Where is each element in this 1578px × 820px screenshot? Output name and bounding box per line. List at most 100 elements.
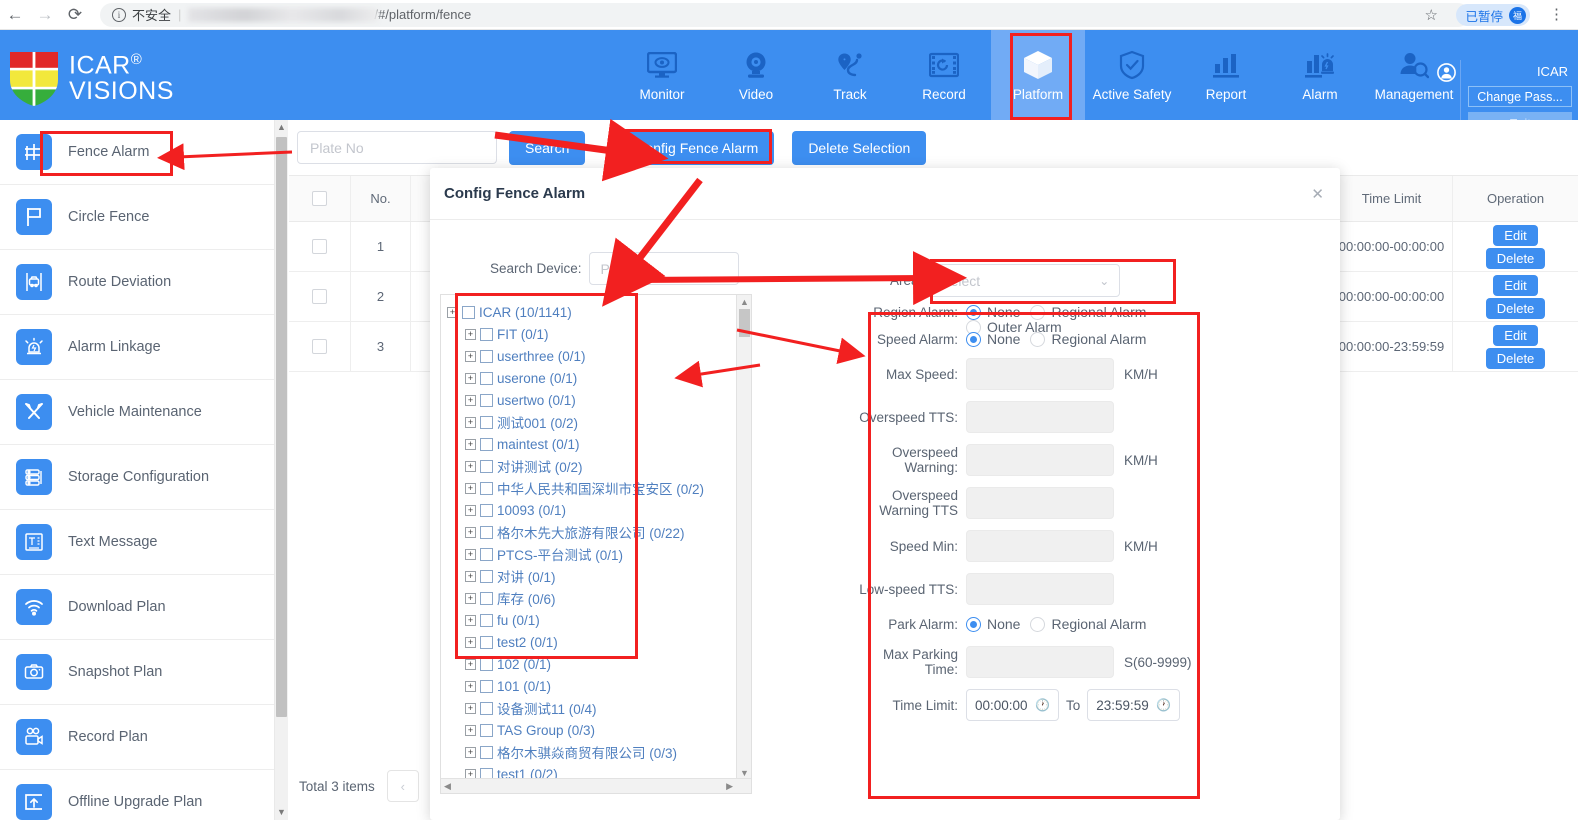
sidebar-item-text-message[interactable]: Text Message bbox=[0, 510, 274, 575]
tree-node-checkbox[interactable] bbox=[480, 459, 493, 473]
search-device-input[interactable]: Plate No bbox=[588, 252, 739, 285]
expand-icon[interactable]: + bbox=[465, 702, 476, 714]
tree-node[interactable]: + TAS Group (0/3) bbox=[447, 719, 733, 741]
expand-icon[interactable]: + bbox=[465, 350, 476, 362]
address-bar[interactable]: i 不安全 | /#/platform/fence bbox=[100, 2, 1470, 27]
expand-icon[interactable]: + bbox=[465, 680, 476, 692]
expand-icon[interactable]: + bbox=[465, 416, 476, 428]
config-fence-alarm-button[interactable]: Config Fence Alarm bbox=[619, 130, 775, 165]
tree-node[interactable]: + userone (0/1) bbox=[447, 367, 733, 389]
tree-node-checkbox[interactable] bbox=[480, 525, 493, 539]
row-checkbox-cell[interactable] bbox=[289, 272, 351, 321]
edit-button[interactable]: Edit bbox=[1493, 224, 1538, 246]
expand-icon[interactable]: + bbox=[465, 438, 476, 450]
tree-node[interactable]: + userthree (0/1) bbox=[447, 345, 733, 367]
sidebar-item-route-deviation[interactable]: Route Deviation bbox=[0, 250, 274, 315]
row-checkbox[interactable] bbox=[312, 339, 327, 354]
scroll-left-arrow-icon[interactable]: ◀ bbox=[444, 781, 451, 792]
plate-no-input[interactable]: Plate No bbox=[297, 131, 497, 164]
expand-icon[interactable]: + bbox=[465, 636, 476, 648]
tree-node-checkbox[interactable] bbox=[480, 371, 493, 385]
expand-icon[interactable]: + bbox=[465, 724, 476, 736]
row-checkbox-cell[interactable] bbox=[289, 322, 351, 371]
bookmark-star-icon[interactable]: ☆ bbox=[1425, 6, 1438, 24]
tree-node-checkbox[interactable] bbox=[480, 591, 493, 605]
area-select[interactable]: Select ⌄ bbox=[930, 264, 1121, 297]
radio-selected-icon[interactable] bbox=[966, 331, 981, 347]
sidebar-item-vehicle-maintenance[interactable]: Vehicle Maintenance bbox=[0, 380, 274, 445]
tree-node[interactable]: + 设备测试11 (0/4) bbox=[447, 697, 733, 719]
scrollbar-thumb[interactable] bbox=[276, 137, 287, 717]
profile-chip[interactable]: 已暂停 福 bbox=[1456, 4, 1530, 26]
nav-item-alarm[interactable]: Alarm bbox=[1273, 30, 1367, 120]
nav-item-video[interactable]: Video bbox=[709, 30, 803, 120]
overspeed-tts-input[interactable] bbox=[966, 401, 1114, 433]
tree-node[interactable]: + 库存 (0/6) bbox=[447, 587, 733, 609]
tree-node-checkbox[interactable] bbox=[480, 349, 493, 363]
region-alarm-none-option[interactable]: None bbox=[966, 304, 1020, 320]
edit-button[interactable]: Edit bbox=[1493, 324, 1538, 346]
max-speed-input[interactable] bbox=[966, 358, 1114, 390]
time-from-input[interactable]: 00:00:00 🕐 bbox=[966, 689, 1059, 721]
tree-node[interactable]: +102 (0/1) bbox=[447, 653, 733, 675]
radio-selected-icon[interactable] bbox=[966, 304, 981, 320]
tree-node-checkbox[interactable] bbox=[480, 481, 493, 495]
expand-icon[interactable]: + bbox=[465, 658, 476, 670]
nav-item-platform[interactable]: Platform bbox=[991, 30, 1085, 120]
expand-icon[interactable]: + bbox=[465, 548, 476, 560]
tree-node[interactable]: + 对讲 (0/1) bbox=[447, 565, 733, 587]
reload-icon[interactable]: ⟳ bbox=[60, 0, 90, 30]
radio-icon[interactable] bbox=[1030, 331, 1046, 347]
tree-node[interactable]: +10093 (0/1) bbox=[447, 499, 733, 521]
sidebar-item-fence-alarm[interactable]: Fence Alarm bbox=[0, 120, 274, 185]
tree-node-checkbox[interactable] bbox=[480, 327, 493, 341]
radio-icon[interactable] bbox=[1030, 304, 1046, 320]
time-to-input[interactable]: 23:59:59 🕐 bbox=[1087, 689, 1181, 721]
tree-node[interactable]: + 格尔木骐焱商贸有限公司 (0/3) bbox=[447, 741, 733, 763]
sidebar-item-circle-fence[interactable]: Circle Fence bbox=[0, 185, 274, 250]
tree-node[interactable]: + fu (0/1) bbox=[447, 609, 733, 631]
scroll-down-arrow-icon[interactable]: ▼ bbox=[740, 768, 749, 778]
tree-node-checkbox[interactable] bbox=[480, 547, 493, 561]
expand-icon[interactable]: + bbox=[465, 394, 476, 406]
tree-node-checkbox[interactable] bbox=[480, 745, 493, 759]
expand-icon[interactable]: + bbox=[465, 526, 476, 538]
nav-item-track[interactable]: Track bbox=[803, 30, 897, 120]
park-alarm-regional-option[interactable]: Regional Alarm bbox=[1030, 616, 1146, 632]
tree-vertical-scrollbar[interactable]: ▲ ▼ bbox=[736, 295, 751, 780]
sidebar-item-storage-configuration[interactable]: Storage Configuration bbox=[0, 445, 274, 510]
tree-node[interactable]: + ICAR (10/1141) bbox=[447, 301, 733, 323]
nav-item-active-safety[interactable]: Active Safety bbox=[1085, 30, 1179, 120]
row-checkbox[interactable] bbox=[312, 289, 327, 304]
tree-node-checkbox[interactable] bbox=[480, 393, 493, 407]
expand-icon[interactable]: + bbox=[465, 746, 476, 758]
tree-node[interactable]: + test2 (0/1) bbox=[447, 631, 733, 653]
sidebar-item-snapshot-plan[interactable]: Snapshot Plan bbox=[0, 640, 274, 705]
expand-icon[interactable]: + bbox=[447, 306, 458, 318]
edit-button[interactable]: Edit bbox=[1493, 274, 1538, 296]
speed-min-input[interactable] bbox=[966, 530, 1114, 562]
tree-node-checkbox[interactable] bbox=[462, 305, 475, 319]
region-alarm-outer-option[interactable]: Outer Alarm bbox=[966, 319, 1062, 335]
change-password-button[interactable]: Change Pass... bbox=[1468, 86, 1572, 107]
tree-node[interactable]: + 格尔木先大旅游有限公司 (0/22) bbox=[447, 521, 733, 543]
park-alarm-none-option[interactable]: None bbox=[966, 616, 1020, 632]
delete-button[interactable]: Delete bbox=[1485, 247, 1546, 269]
delete-button[interactable]: Delete bbox=[1485, 347, 1546, 369]
tree-node[interactable]: + PTCS-平台测试 (0/1) bbox=[447, 543, 733, 565]
lowspeed-tts-input[interactable] bbox=[966, 573, 1114, 605]
tree-node[interactable]: + FIT (0/1) bbox=[447, 323, 733, 345]
sidebar-scrollbar[interactable]: ▲ ▼ bbox=[275, 120, 288, 820]
site-info-icon[interactable]: i bbox=[112, 7, 126, 22]
sidebar-item-record-plan[interactable]: Record Plan bbox=[0, 705, 274, 770]
tree-node[interactable]: + usertwo (0/1) bbox=[447, 389, 733, 411]
tree-node[interactable]: + maintest (0/1) bbox=[447, 433, 733, 455]
nav-item-report[interactable]: Report bbox=[1179, 30, 1273, 120]
tree-node[interactable]: + 测试001 (0/2) bbox=[447, 411, 733, 433]
radio-icon[interactable] bbox=[1030, 616, 1046, 632]
sidebar-item-alarm-linkage[interactable]: Alarm Linkage bbox=[0, 315, 274, 380]
expand-icon[interactable]: + bbox=[465, 570, 476, 582]
scroll-right-arrow-icon[interactable]: ▶ bbox=[726, 781, 733, 792]
tree-node[interactable]: +101 (0/1) bbox=[447, 675, 733, 697]
expand-icon[interactable]: + bbox=[465, 504, 476, 516]
